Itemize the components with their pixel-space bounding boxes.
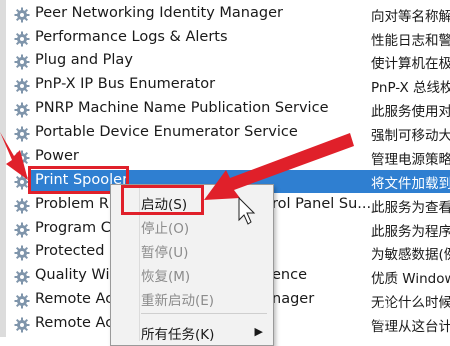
service-name: Power bbox=[35, 148, 79, 164]
service-description: 此服务使用对 bbox=[371, 104, 450, 120]
service-description: PnP-X 总线枚 bbox=[371, 80, 450, 96]
gear-icon bbox=[14, 54, 30, 70]
watermark: dc bbox=[352, 292, 393, 332]
service-name: Plug and Play bbox=[35, 52, 133, 68]
service-name: Quality Wi bbox=[35, 267, 110, 283]
menu-item-pause[interactable]: 暂停(U) bbox=[141, 241, 188, 261]
gear-icon bbox=[14, 150, 30, 166]
service-row[interactable]: PnP-X IP Bus Enumerator PnP-X 总线枚 bbox=[0, 74, 450, 97]
submenu-arrow-icon: ▶ bbox=[254, 325, 263, 338]
service-description: 为敏感数据(例 bbox=[371, 247, 450, 263]
service-name: PnP-X IP Bus Enumerator bbox=[35, 76, 216, 92]
service-row[interactable]: Performance Logs & Alerts 性能日志和警 bbox=[0, 27, 450, 50]
service-description: 将文件加载到 bbox=[371, 176, 450, 192]
gear-icon bbox=[14, 293, 30, 309]
gear-icon bbox=[14, 269, 30, 285]
service-name: PNRP Machine Name Publication Service bbox=[35, 100, 329, 116]
service-name: Remote Ac bbox=[35, 315, 114, 331]
service-row[interactable]: Plug and Play 使计算机在极 bbox=[0, 50, 450, 73]
menu-separator bbox=[141, 313, 267, 314]
service-name: Protected bbox=[35, 243, 105, 259]
service-name: Peer Networking Identity Manager bbox=[35, 5, 283, 21]
gear-icon bbox=[14, 198, 30, 214]
menu-item-restart[interactable]: 重新启动(E) bbox=[141, 289, 214, 309]
service-name: Performance Logs & Alerts bbox=[35, 29, 228, 45]
service-name: Program C bbox=[35, 220, 111, 236]
service-name: Remote Ac bbox=[35, 291, 114, 307]
service-name-tail: nager bbox=[272, 291, 315, 307]
gear-icon bbox=[14, 317, 30, 333]
service-row[interactable]: Portable Device Enumerator Service 强制可移动… bbox=[0, 122, 450, 145]
service-description: 强制可移动大 bbox=[371, 128, 450, 144]
service-row[interactable]: PNRP Machine Name Publication Service 此服… bbox=[0, 98, 450, 121]
gear-icon bbox=[14, 102, 30, 118]
service-name-tail: rol Panel Su... bbox=[272, 196, 372, 212]
gear-icon bbox=[14, 78, 30, 94]
service-description: 使计算机在极 bbox=[371, 56, 450, 72]
service-name-tail: ence bbox=[272, 267, 308, 283]
service-description: 此服务为查看 bbox=[371, 200, 450, 216]
service-row[interactable]: Peer Networking Identity Manager 向对等名称解 bbox=[0, 3, 450, 26]
gear-icon bbox=[14, 222, 30, 238]
start-item-highlight-box bbox=[121, 185, 204, 215]
gear-icon bbox=[14, 245, 30, 261]
service-description: 性能日志和警 bbox=[371, 33, 450, 49]
gear-icon bbox=[14, 7, 30, 23]
service-description: 管理电源策略 bbox=[371, 152, 450, 168]
menu-item-resume[interactable]: 恢复(M) bbox=[141, 265, 190, 285]
service-description: 优质 Window bbox=[371, 271, 450, 287]
service-name: Portable Device Enumerator Service bbox=[35, 124, 298, 140]
menu-item-stop[interactable]: 停止(O) bbox=[141, 217, 189, 237]
gear-icon bbox=[14, 126, 30, 142]
gear-icon bbox=[14, 31, 30, 47]
service-description: 此服务为程序 bbox=[371, 224, 450, 240]
service-description: 向对等名称解 bbox=[371, 9, 450, 25]
service-name: Problem R bbox=[35, 196, 109, 212]
menu-item-all-tasks[interactable]: 所有任务(K) bbox=[141, 323, 214, 343]
